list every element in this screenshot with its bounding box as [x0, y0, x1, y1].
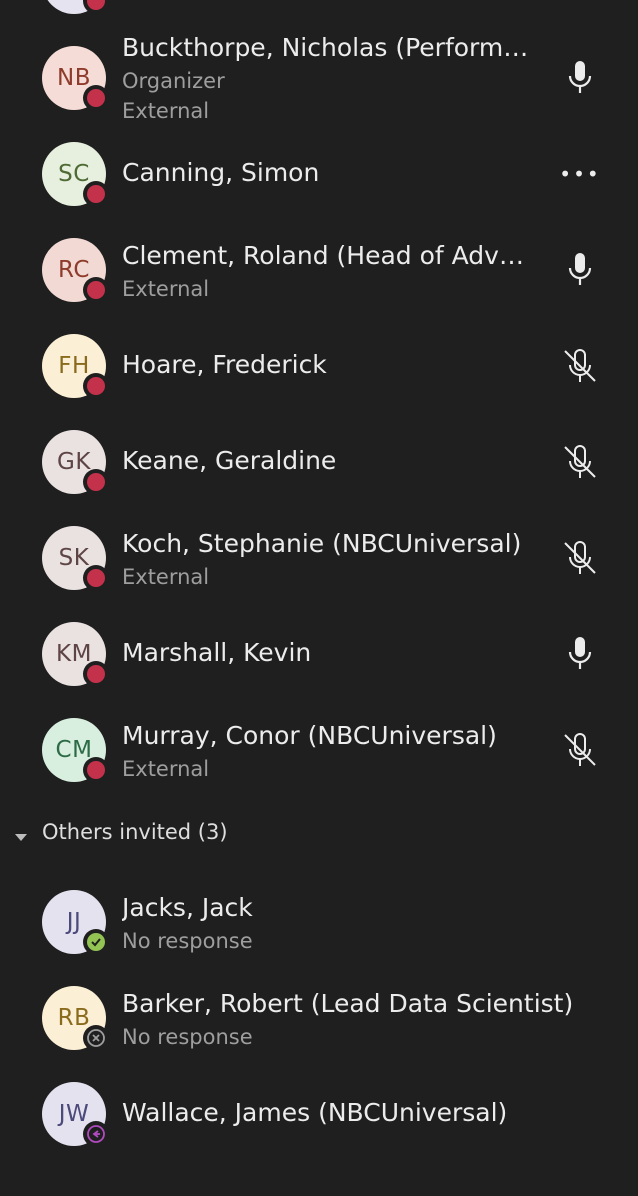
busy-status-icon [83, 565, 109, 591]
invited-row[interactable]: JJ Jacks, Jack No response [0, 874, 638, 970]
participant-name: Clement, Roland (Head of Adva... [122, 241, 532, 270]
participant-role: Organizer [122, 69, 225, 93]
participant-name: Marshall, Kevin [122, 638, 312, 667]
section-title: Others invited (3) [42, 820, 228, 844]
busy-status-icon [83, 757, 109, 783]
participant-name: Keane, Geraldine [122, 446, 337, 475]
mic-off-icon[interactable] [548, 718, 612, 782]
mic-icon[interactable] [548, 238, 612, 302]
participant-name: Wallace, James (NBCUniversal) [122, 1098, 508, 1127]
participant-subtitle: External [122, 99, 210, 123]
busy-status-icon [83, 181, 109, 207]
more-options-icon[interactable]: ••• [548, 142, 612, 206]
invited-row[interactable]: RB Barker, Robert (Lead Data Scientist) … [0, 970, 638, 1066]
participant-name: Canning, Simon [122, 158, 320, 187]
participant-subtitle: External [122, 565, 210, 589]
participant-subtitle: External [122, 277, 210, 301]
mic-off-icon[interactable] [548, 526, 612, 590]
participant-row[interactable]: SC Canning, Simon ••• [0, 126, 638, 222]
response-status: No response [122, 1025, 253, 1049]
participant-row[interactable]: FH Hoare, Frederick [0, 318, 638, 414]
mic-icon[interactable] [548, 622, 612, 686]
participant-name: Koch, Stephanie (NBCUniversal) [122, 529, 522, 558]
out-of-office-status-icon [83, 1121, 109, 1147]
response-status: No response [122, 929, 253, 953]
busy-status-icon [83, 0, 109, 14]
participant-name: Jacks, Jack [122, 893, 253, 922]
others-invited-header[interactable]: Others invited (3) [0, 816, 638, 852]
busy-status-icon [83, 277, 109, 303]
busy-status-icon [83, 373, 109, 399]
invited-row[interactable]: JW Wallace, James (NBCUniversal) [0, 1066, 638, 1162]
participant-row[interactable]: NB Buckthorpe, Nicholas (Performa... Org… [0, 30, 638, 126]
mic-off-icon[interactable] [548, 334, 612, 398]
participant-row[interactable]: SK Koch, Stephanie (NBCUniversal) Extern… [0, 510, 638, 606]
participant-name: Hoare, Frederick [122, 350, 327, 379]
mic-icon[interactable] [548, 46, 612, 110]
participant-row[interactable]: KM Marshall, Kevin [0, 606, 638, 702]
busy-status-icon [83, 85, 109, 111]
offline-status-icon [83, 1025, 109, 1051]
busy-status-icon [83, 469, 109, 495]
participant-row[interactable]: RC Clement, Roland (Head of Adva... Exte… [0, 222, 638, 318]
available-status-icon [83, 929, 109, 955]
participant-row[interactable]: CM Murray, Conor (NBCUniversal) External [0, 702, 638, 798]
participant-name: Murray, Conor (NBCUniversal) [122, 721, 497, 750]
busy-status-icon [83, 661, 109, 687]
participant-name: Buckthorpe, Nicholas (Performa... [122, 33, 540, 62]
participants-panel: NB Buckthorpe, Nicholas (Performa... Org… [0, 0, 638, 1196]
participant-row[interactable]: GK Keane, Geraldine [0, 414, 638, 510]
participant-subtitle: External [122, 757, 210, 781]
caret-down-icon [14, 828, 28, 847]
participant-name: Barker, Robert (Lead Data Scientist) [122, 989, 574, 1018]
mic-off-icon[interactable] [548, 430, 612, 494]
